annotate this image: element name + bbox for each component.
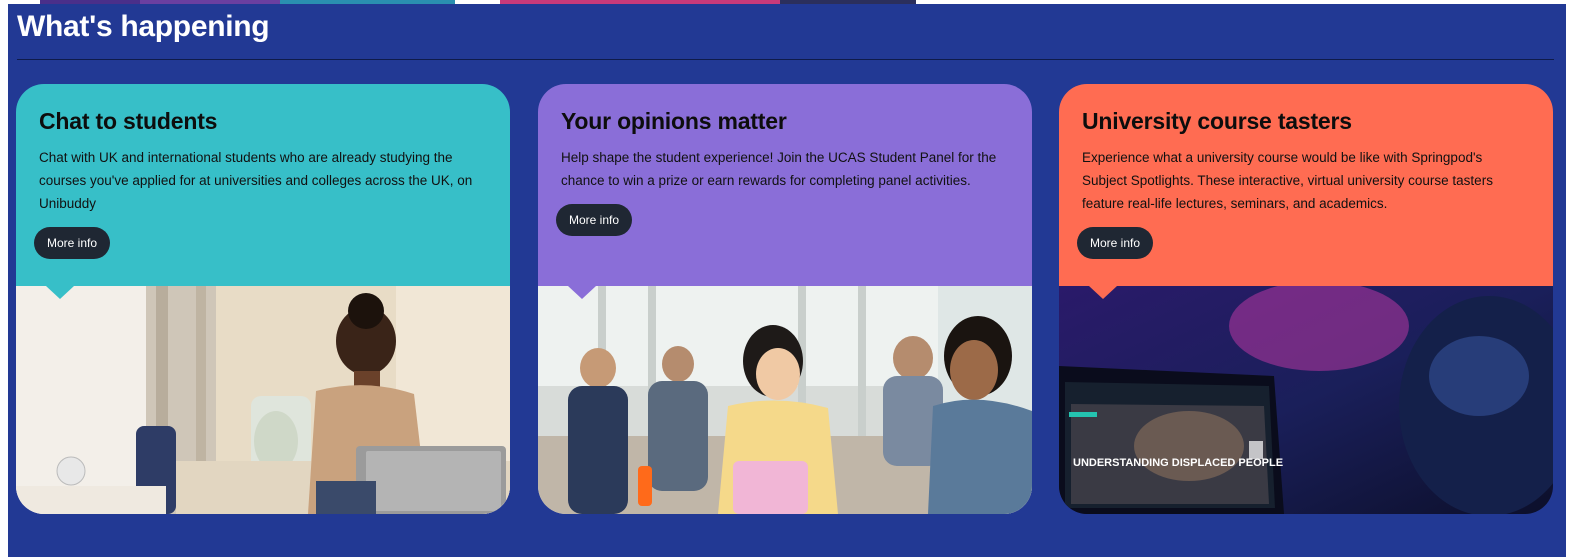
laptop-photo: UNDERSTANDING DISPLACED PEOPLE: [1059, 286, 1553, 514]
card-title: Your opinions matter: [561, 108, 787, 134]
callout-pointer: [1089, 286, 1117, 299]
card-description: Help shape the student experience! Join …: [561, 150, 997, 188]
whats-happening-section: What's happening Chat to students Chat w…: [8, 4, 1566, 557]
students-photo: [16, 286, 510, 514]
more-info-button[interactable]: More info: [1077, 227, 1154, 259]
card-title: University course tasters: [1082, 108, 1352, 134]
card-description: Chat with UK and international students …: [39, 150, 473, 211]
more-info-button[interactable]: More info: [34, 227, 111, 259]
card-header: Your opinions matter Help shape the stud…: [538, 84, 1032, 286]
callout-pointer: [46, 286, 74, 299]
card-header: University course tasters Experience wha…: [1059, 84, 1553, 286]
card-university-course-tasters: University course tasters Experience wha…: [1059, 84, 1553, 514]
card-header: Chat to students Chat with UK and intern…: [16, 84, 510, 286]
section-heading: What's happening: [17, 10, 270, 43]
callout-pointer: [568, 286, 596, 299]
card-title: Chat to students: [39, 108, 218, 134]
students-photo: [538, 286, 1032, 514]
heading-divider: [17, 59, 1554, 60]
card-chat-to-students: Chat to students Chat with UK and intern…: [16, 84, 510, 514]
more-info-button[interactable]: More info: [556, 204, 633, 236]
card-your-opinions-matter: Your opinions matter Help shape the stud…: [538, 84, 1032, 514]
card-description: Experience what a university course woul…: [1082, 150, 1493, 211]
